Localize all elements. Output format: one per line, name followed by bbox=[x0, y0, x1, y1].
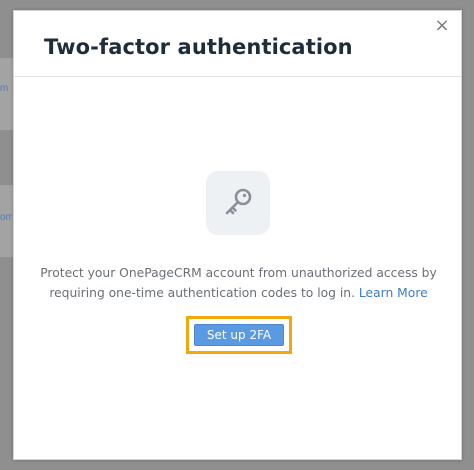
key-icon bbox=[225, 188, 252, 215]
key-icon-tile bbox=[206, 171, 270, 235]
background-link[interactable]: m bbox=[0, 83, 12, 94]
setup-2fa-button[interactable]: Set up 2FA bbox=[194, 324, 284, 346]
learn-more-link[interactable]: Learn More bbox=[359, 286, 428, 300]
header-divider bbox=[14, 76, 461, 77]
close-button[interactable]: × bbox=[434, 17, 450, 35]
background-panel bbox=[0, 58, 14, 130]
background-link[interactable]: om bbox=[0, 212, 12, 223]
two-factor-dialog: × Two-factor authentication Protect your… bbox=[13, 10, 462, 460]
dialog-title: Two-factor authentication bbox=[44, 35, 353, 59]
setup-button-highlight: Set up 2FA bbox=[186, 316, 292, 354]
dialog-description: Protect your OnePageCRM account from una… bbox=[34, 263, 443, 303]
